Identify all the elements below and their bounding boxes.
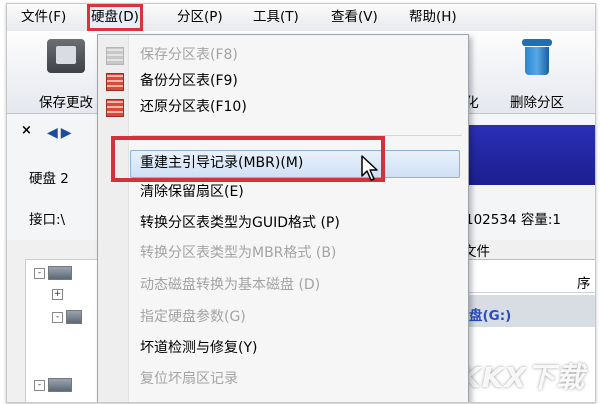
save-icon	[47, 39, 85, 73]
menu-item-reset-bad-sectors[interactable]: 复位坏扇区记录	[140, 367, 238, 391]
disk-nav-arrows-icon[interactable]: ◀▶	[47, 125, 75, 141]
menu-item-restore-partition-table[interactable]: 还原分区表(F10)	[140, 95, 247, 119]
menu-file[interactable]: 文件(F)	[17, 4, 70, 31]
backup-table-icon	[106, 73, 124, 91]
disk-capacity-text: 102534 容量:1	[465, 212, 561, 228]
interface-label: 接口:\	[29, 212, 66, 228]
disk-menu-dropdown: 保存分区表(F8) 备份分区表(F9) 还原分区表(F10) 重建主引导记录(M…	[97, 34, 469, 402]
menu-tools[interactable]: 工具(T)	[249, 4, 303, 31]
menu-bar: 文件(F) 硬盘(D) 分区(P) 工具(T) 查看(V) 帮助(H)	[7, 4, 595, 32]
menu-disk[interactable]: 硬盘(D)	[87, 4, 143, 31]
menu-partition[interactable]: 分区(P)	[173, 4, 227, 31]
menu-item-specify-disk-params[interactable]: 指定硬盘参数(G)	[140, 305, 246, 329]
mouse-cursor-icon	[361, 155, 378, 181]
menu-item-save-partition-table[interactable]: 保存分区表(F8)	[140, 43, 238, 67]
disk-tree: - + - -	[25, 259, 99, 402]
expand-icon[interactable]: +	[52, 289, 63, 300]
menu-item-convert-to-mbr[interactable]: 转换分区表类型为MBR格式 (B)	[140, 241, 336, 265]
floppy-grey-icon	[106, 47, 124, 65]
annotation-highlight-box	[111, 136, 385, 182]
list-header: 序	[457, 270, 595, 293]
drive-label: 盘(G:)	[469, 308, 512, 324]
menu-help[interactable]: 帮助(H)	[405, 4, 461, 31]
disk-usage-bar	[457, 125, 595, 185]
trash-icon	[520, 39, 554, 77]
menu-item-dynamic-to-basic[interactable]: 动态磁盘转换为基本磁盘 (D)	[140, 273, 320, 297]
partition-icon[interactable]	[66, 310, 82, 324]
expand-icon[interactable]: -	[34, 268, 45, 279]
column-header-index[interactable]: 序	[577, 272, 591, 292]
menu-item-convert-to-guid[interactable]: 转换分区表类型为GUID格式 (P)	[140, 211, 340, 235]
disk-label: 硬盘 2	[29, 171, 69, 187]
menu-view[interactable]: 查看(V)	[327, 4, 382, 31]
delete-partition-button[interactable]: 删除分区	[497, 39, 577, 111]
menu-item-clear-reserved-sectors[interactable]: 清除保留扇区(E)	[140, 180, 244, 204]
save-changes-label: 保存更改	[39, 95, 93, 111]
hard-disk-icon[interactable]	[48, 378, 72, 392]
expand-icon[interactable]: -	[52, 312, 63, 323]
expand-icon[interactable]: -	[34, 380, 45, 391]
hard-disk-icon[interactable]	[48, 266, 72, 280]
menu-item-backup-partition-table[interactable]: 备份分区表(F9)	[140, 69, 238, 93]
delete-partition-label: 删除分区	[510, 95, 564, 111]
menu-item-bad-sector-repair[interactable]: 坏道检测与修复(Y)	[140, 336, 257, 360]
close-icon[interactable]: ×	[21, 123, 32, 138]
save-changes-button[interactable]: 保存更改	[31, 39, 101, 111]
app-window: 文件(F) 硬盘(D) 分区(P) 工具(T) 查看(V) 帮助(H) 保存更改…	[6, 3, 596, 403]
watermark-url: www.kkx.net	[503, 389, 567, 400]
restore-table-icon	[106, 99, 124, 117]
